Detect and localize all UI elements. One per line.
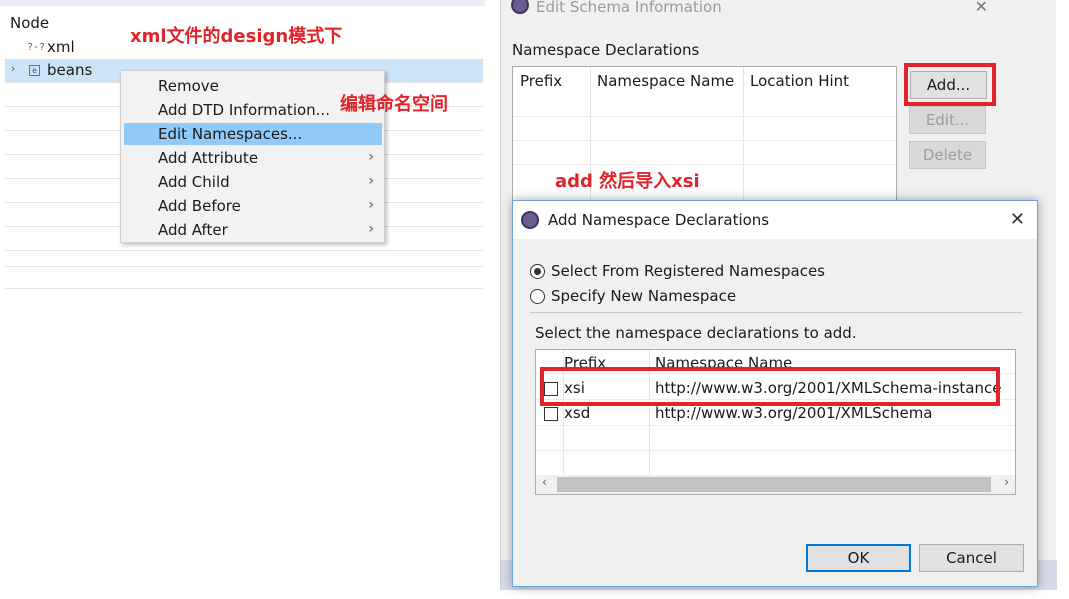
submenu-arrow-icon: › [368,197,374,213]
row-namespace-xsd[interactable]: http://www.w3.org/2001/XMLSchema [655,404,933,422]
menu-item-add-attribute[interactable]: Add Attribute › [124,147,382,169]
menu-item-label: Add Child [158,173,230,191]
tree-label-beans: beans [47,61,93,79]
scrollbar-thumb[interactable] [557,477,991,492]
tree-label-xml: xml [47,38,75,56]
row-prefix-xsd[interactable]: xsd [564,404,590,422]
submenu-arrow-icon: › [368,173,374,189]
menu-item-add-before[interactable]: Add Before › [124,195,382,217]
row-divider [536,425,1015,426]
menu-item-label: Add After [158,221,228,239]
menu-item-label: Add DTD Information... [158,101,330,119]
scroll-right-icon[interactable]: › [1004,475,1009,489]
element-icon: e [29,65,40,76]
dialog-title: Edit Schema Information [536,0,722,16]
ok-button[interactable]: OK [806,544,911,572]
grid-line [5,250,483,251]
menu-item-add-after[interactable]: Add After › [124,219,382,241]
menu-item-add-child[interactable]: Add Child › [124,171,382,193]
separator [530,312,1022,313]
menu-item-label: Edit Namespaces... [158,125,303,143]
dialog-titlebar: Add Namespace Declarations ✕ [513,201,1037,239]
row-divider [513,164,896,165]
dialog-title: Add Namespace Declarations [548,211,770,229]
column-header-prefix[interactable]: Prefix [520,72,562,90]
processing-instruction-icon: ?-? [27,42,46,53]
panel-top-strip [0,0,485,6]
radio-label: Specify New Namespace [551,287,737,305]
radio-label: Select From Registered Namespaces [551,262,825,280]
annotation-design-mode: xml文件的design模式下 [130,26,343,47]
chevron-right-icon[interactable]: › [11,62,15,75]
close-icon[interactable]: ✕ [975,0,988,16]
row-divider [513,140,896,141]
close-icon[interactable]: ✕ [1010,209,1025,230]
grid-line [5,266,483,267]
menu-item-label: Add Before [158,197,241,215]
checkbox-xsd[interactable] [544,407,558,421]
annotation-edit-namespace: 编辑命名空间 [340,94,448,115]
radio-button[interactable] [530,289,545,304]
horizontal-scrollbar[interactable]: ‹ › [536,475,1015,494]
instruction-label: Select the namespace declarations to add… [535,324,857,342]
menu-item-label: Remove [158,77,219,95]
annotation-highlight-box-xsi [540,367,1000,406]
cancel-button[interactable]: Cancel [919,544,1024,572]
submenu-arrow-icon: › [368,149,374,165]
radio-button-checked[interactable] [530,264,545,279]
menu-item-edit-namespaces[interactable]: Edit Namespaces... [124,123,382,145]
add-namespace-declarations-dialog: Add Namespace Declarations ✕ Select From… [512,200,1038,587]
row-divider [536,450,1015,451]
column-header-namespace-name[interactable]: Namespace Name [597,72,734,90]
eclipse-app-icon [521,211,539,229]
design-view-panel: Node ?-? xml › e beans xml文件的design模式下 R… [0,0,485,599]
scroll-left-icon[interactable]: ‹ [542,475,547,489]
eclipse-app-icon [511,0,529,14]
menu-item-label: Add Attribute [158,149,259,167]
tree-header-node: Node [10,14,50,32]
delete-button[interactable]: Delete [909,141,986,169]
edit-button[interactable]: Edit... [909,106,986,134]
namespace-declarations-label: Namespace Declarations [512,41,700,59]
annotation-add-import-xsi: add 然后导入xsi [555,171,700,192]
row-divider [513,116,896,117]
annotation-highlight-box-add [904,63,996,106]
submenu-arrow-icon: › [368,221,374,237]
grid-line [5,288,483,289]
column-header-location-hint[interactable]: Location Hint [750,72,849,90]
column-divider [743,67,744,207]
